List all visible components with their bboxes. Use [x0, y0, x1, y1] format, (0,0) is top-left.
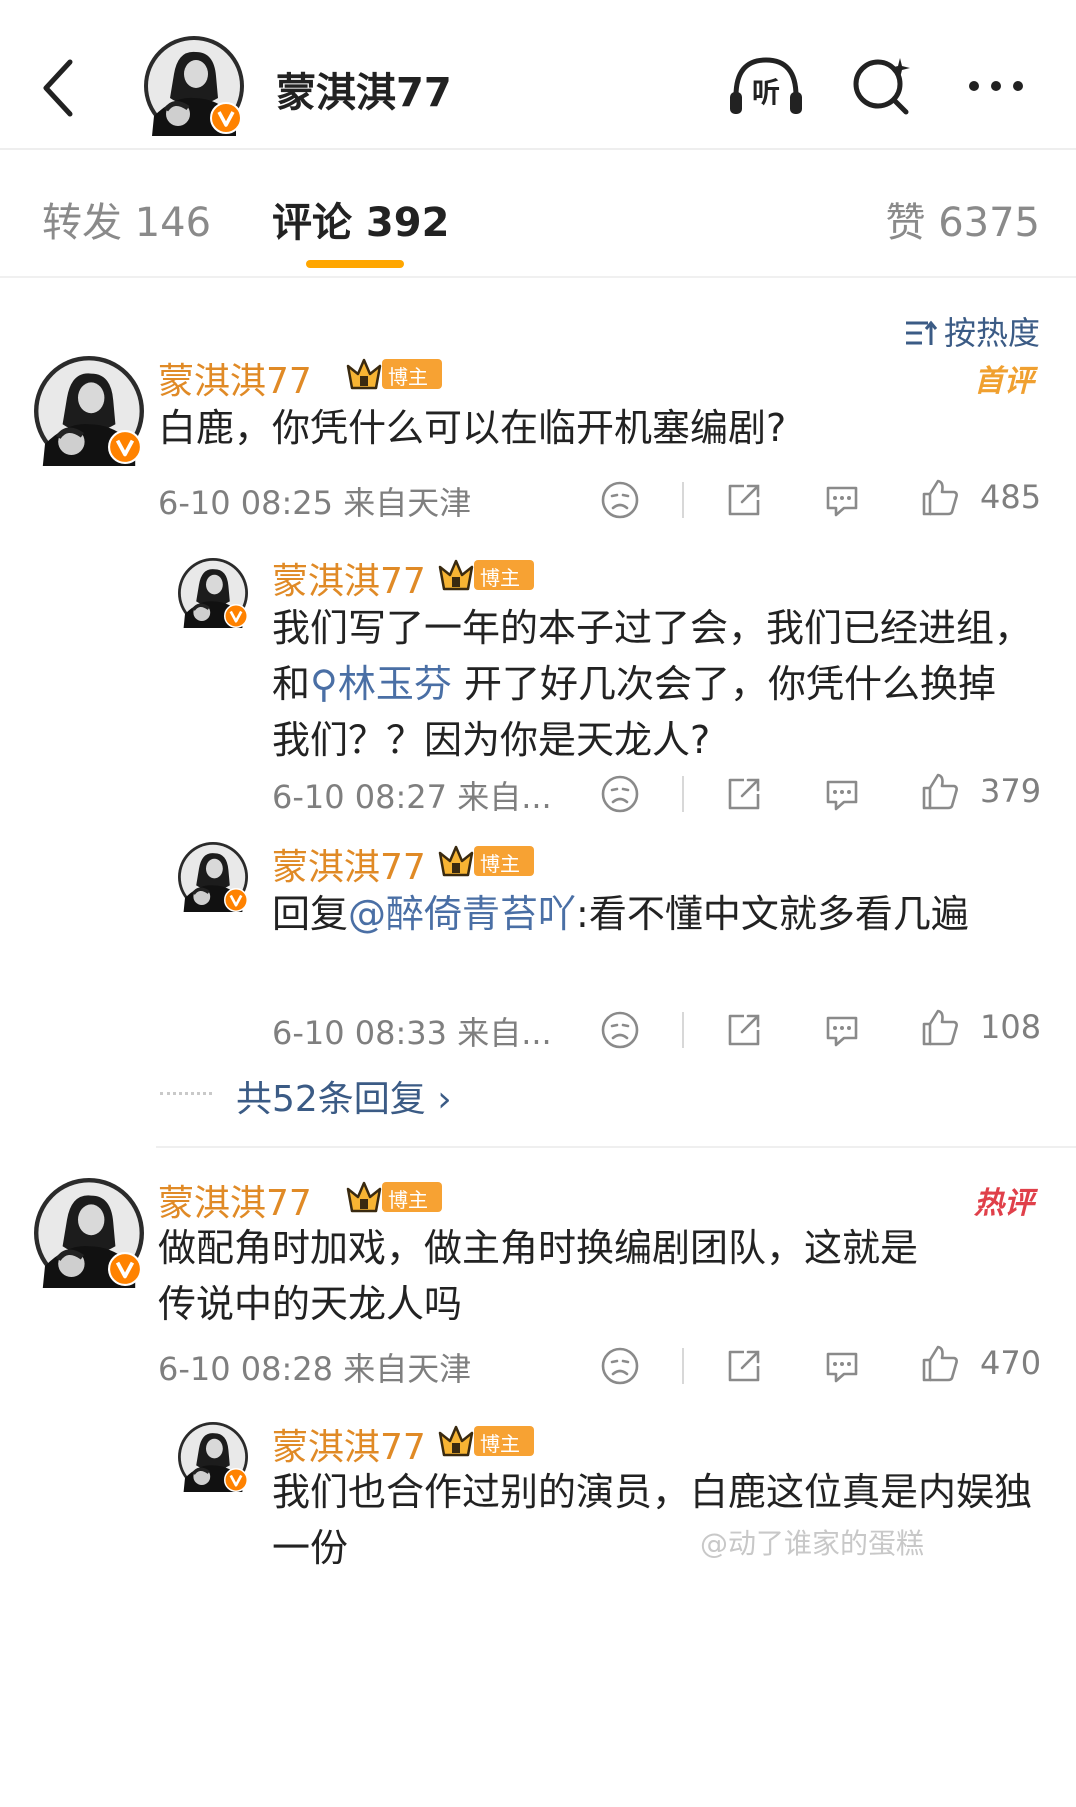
like-count: 379 — [980, 772, 1042, 810]
divider — [682, 482, 684, 518]
verified-icon — [210, 102, 242, 134]
share-icon[interactable] — [722, 1344, 766, 1388]
username[interactable]: 蒙淇淇77 — [272, 838, 426, 890]
dislike-icon[interactable] — [598, 1008, 642, 1052]
like-icon[interactable] — [918, 770, 962, 814]
watermark: @动了谁家的蛋糕 — [700, 1527, 925, 1560]
topic-link[interactable]: ⚲林玉芬 — [310, 662, 452, 706]
sort-button[interactable]: 按热度 — [904, 308, 1040, 354]
page-title: 蒙淇淇77 — [276, 70, 452, 116]
blogger-badge: 博主 — [438, 1421, 536, 1459]
avatar[interactable] — [178, 558, 248, 628]
divider — [682, 776, 684, 812]
avatar[interactable] — [34, 1178, 144, 1288]
avatar[interactable] — [144, 36, 244, 136]
verified-icon — [108, 430, 142, 464]
reply-thread-dots — [160, 1092, 212, 1095]
share-icon[interactable] — [722, 1008, 766, 1052]
comment-icon[interactable] — [820, 1344, 864, 1388]
badge-label: 博主 — [388, 365, 428, 389]
blogger-badge: 博主 — [346, 1177, 444, 1215]
comment-icon[interactable] — [820, 478, 864, 522]
username[interactable]: 蒙淇淇77 — [272, 1418, 426, 1470]
verified-icon — [224, 604, 248, 628]
user-mention[interactable]: @醉倚青苔吖 — [348, 892, 576, 936]
like-icon[interactable] — [918, 1342, 962, 1386]
verified-icon — [108, 1252, 142, 1286]
headphone-icon[interactable]: 听 — [726, 52, 806, 120]
badge-label: 博主 — [480, 852, 520, 876]
tab-comments[interactable]: 评论 392 — [272, 190, 449, 248]
avatar[interactable] — [178, 1422, 248, 1492]
avatar[interactable] — [178, 842, 248, 912]
badge-label: 博主 — [388, 1188, 428, 1212]
like-icon[interactable] — [918, 1006, 962, 1050]
comment-meta: 6-10 08:25 来自天津 — [158, 484, 472, 522]
dislike-icon[interactable] — [598, 1344, 642, 1388]
comment-divider — [156, 1146, 1076, 1148]
comment-icon[interactable] — [820, 1008, 864, 1052]
like-icon[interactable] — [918, 476, 962, 520]
blogger-badge: 博主 — [346, 354, 444, 392]
reply-text: 我们写了一年的本子过了会，我们已经进组，和⚲林玉芬 开了好几次会了，你凭什么换掉… — [272, 606, 1033, 762]
comment-tabs: 转发 146 评论 392 赞 6375 — [0, 150, 1076, 278]
sort-icon — [905, 320, 938, 345]
back-icon[interactable] — [34, 52, 84, 122]
avatar[interactable] — [34, 356, 144, 466]
search-icon[interactable] — [842, 52, 922, 120]
dislike-icon[interactable] — [598, 772, 642, 816]
more-icon[interactable] — [958, 52, 1038, 120]
share-icon[interactable] — [722, 478, 766, 522]
divider — [682, 1348, 684, 1384]
badge-label: 博主 — [480, 566, 520, 590]
tab-likes[interactable]: 赞 6375 — [885, 190, 1040, 248]
listen-label: 听 — [752, 76, 780, 109]
reply-text: 回复@醉倚青苔吖:看不懂中文就多看几遍 — [272, 892, 969, 936]
comment-meta: 6-10 08:28 来自天津 — [158, 1350, 472, 1388]
more-replies-link[interactable]: 共52条回复 › — [236, 1070, 452, 1122]
username[interactable]: 蒙淇淇77 — [158, 352, 312, 404]
reply-meta: 6-10 08:27 来自... — [272, 778, 552, 816]
divider — [682, 1012, 684, 1048]
badge-label: 博主 — [480, 1432, 520, 1456]
comment-text: 做配角时加戏，做主角时换编剧团队，这就是传说中的天龙人吗 — [158, 1226, 919, 1326]
hot-comment-tag: 热评 — [974, 1186, 1034, 1221]
like-count: 108 — [980, 1008, 1042, 1046]
dislike-icon[interactable] — [598, 478, 642, 522]
reply-meta: 6-10 08:33 来自... — [272, 1014, 552, 1052]
like-count: 485 — [980, 478, 1042, 516]
username[interactable]: 蒙淇淇77 — [272, 552, 426, 604]
comment-icon[interactable] — [820, 772, 864, 816]
blogger-badge: 博主 — [438, 841, 536, 879]
active-tab-indicator — [306, 260, 404, 268]
username[interactable]: 蒙淇淇77 — [158, 1174, 312, 1226]
tab-reposts[interactable]: 转发 146 — [42, 190, 211, 248]
first-comment-tag: 首评 — [974, 364, 1034, 399]
verified-icon — [224, 1468, 248, 1492]
sort-label: 按热度 — [943, 314, 1040, 352]
like-count: 470 — [980, 1344, 1042, 1382]
top-bar: 蒙淇淇77 听 — [0, 0, 1076, 150]
verified-icon — [224, 888, 248, 912]
share-icon[interactable] — [722, 772, 766, 816]
blogger-badge: 博主 — [438, 555, 536, 593]
comment-text: 白鹿，你凭什么可以在临开机塞编剧? — [158, 406, 787, 450]
